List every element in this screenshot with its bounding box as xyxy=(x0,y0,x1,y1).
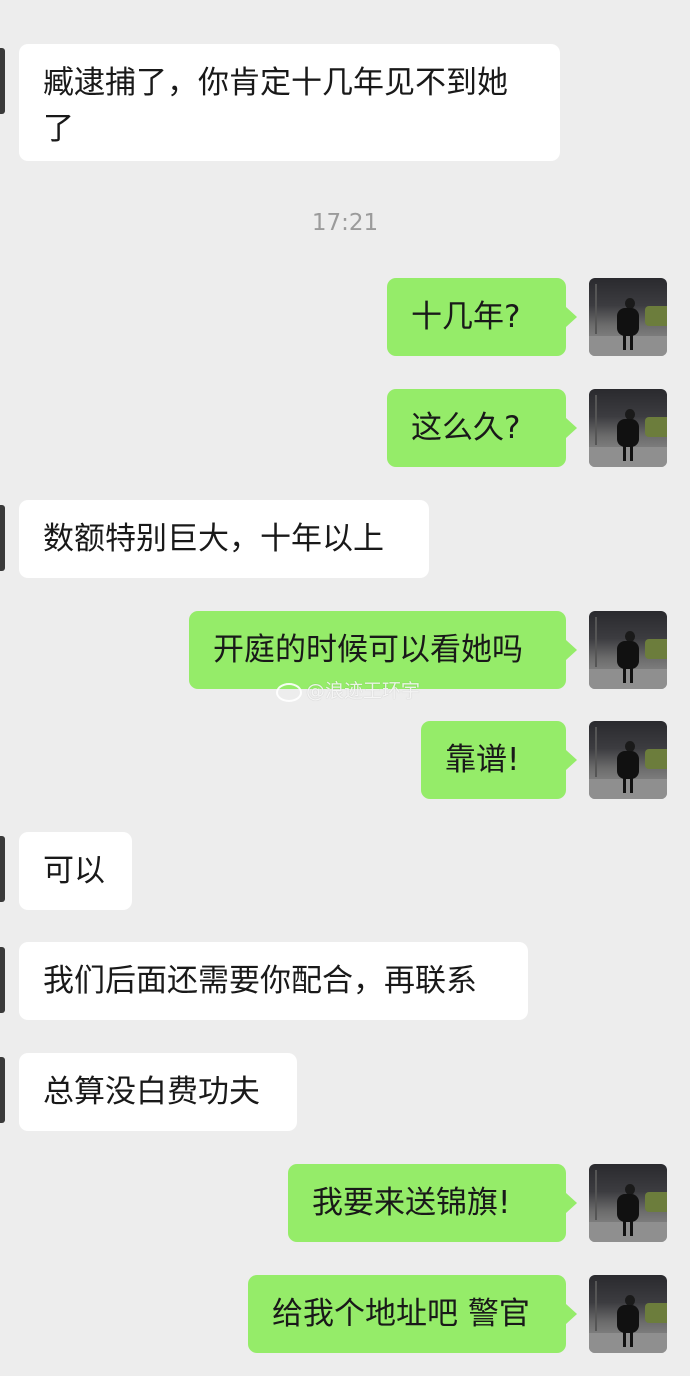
bubble-tail xyxy=(566,307,577,327)
bubble-tail xyxy=(566,750,577,770)
sender-avatar-edge[interactable] xyxy=(0,836,5,902)
watermark-text: @浪迹王环宇 xyxy=(306,680,421,702)
bubble-tail xyxy=(566,1193,577,1213)
user-avatar[interactable] xyxy=(589,1275,667,1353)
weibo-icon xyxy=(276,680,302,702)
user-avatar[interactable] xyxy=(589,278,667,356)
sender-avatar-edge[interactable] xyxy=(0,48,5,114)
message-bubble[interactable]: 我们后面还需要你配合，再联系 xyxy=(19,942,528,1020)
user-avatar[interactable] xyxy=(589,1164,667,1242)
message-bubble[interactable]: 这么久? xyxy=(387,389,566,467)
timestamp: 17:21 xyxy=(311,210,379,236)
user-avatar[interactable] xyxy=(589,611,667,689)
message-bubble[interactable]: 十几年? xyxy=(387,278,566,356)
message-bubble[interactable]: 给我个地址吧 警官 xyxy=(248,1275,566,1353)
message-bubble[interactable]: 臧逮捕了，你肯定十几年见不到她 了 xyxy=(19,44,560,161)
message-bubble[interactable]: 数额特别巨大，十年以上 xyxy=(19,500,429,578)
message-bubble[interactable]: 我要来送锦旗! xyxy=(288,1164,566,1242)
user-avatar[interactable] xyxy=(589,721,667,799)
sender-avatar-edge[interactable] xyxy=(0,947,5,1013)
bubble-tail xyxy=(566,418,577,438)
bubble-tail xyxy=(566,640,577,660)
message-bubble[interactable]: 可以 xyxy=(19,832,132,910)
message-bubble[interactable]: 靠谱! xyxy=(421,721,566,799)
sender-avatar-edge[interactable] xyxy=(0,1057,5,1123)
bubble-tail xyxy=(566,1304,577,1324)
sender-avatar-edge[interactable] xyxy=(0,505,5,571)
watermark: @浪迹王环宇 xyxy=(276,676,420,703)
message-bubble[interactable]: 总算没白费功夫 xyxy=(19,1053,297,1131)
user-avatar[interactable] xyxy=(589,389,667,467)
